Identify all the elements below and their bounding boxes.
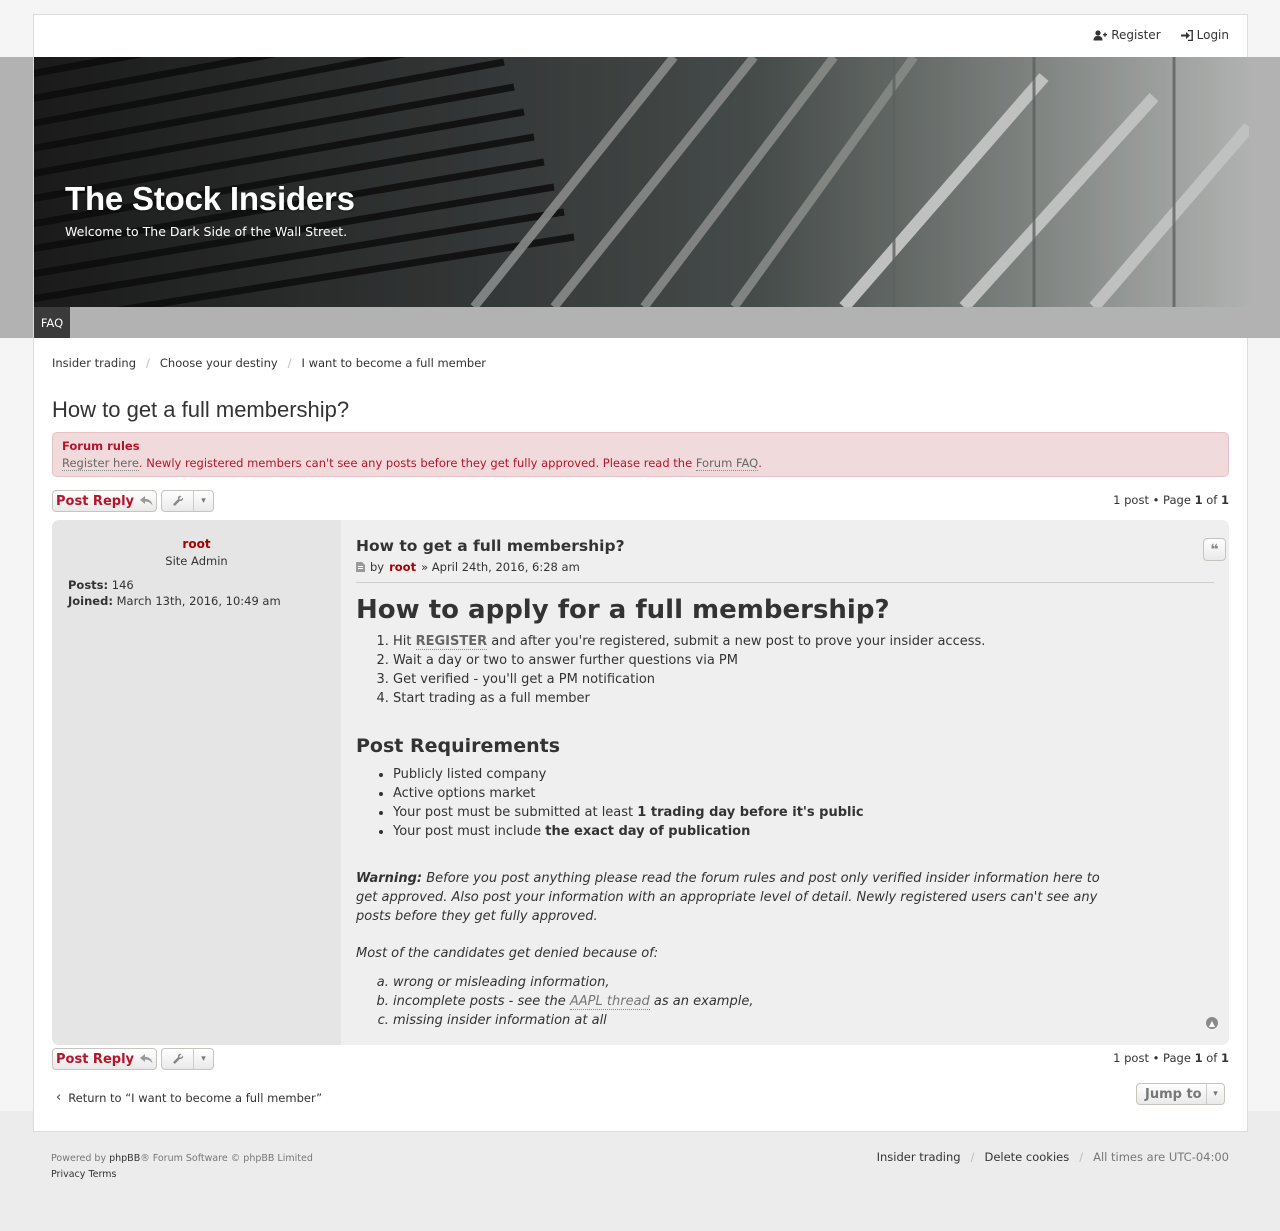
content-heading: How to apply for a full membership? (356, 595, 890, 625)
caret-down-icon: ▾ (201, 1054, 206, 1064)
requirements-heading: Post Requirements (356, 735, 560, 757)
register-here-link[interactable]: Register here (62, 456, 139, 471)
breadcrumb-item-choose-destiny[interactable]: Choose your destiny (160, 356, 278, 370)
quote-icon: ❝ (1210, 541, 1219, 558)
phpbb-link[interactable]: phpBB (109, 1153, 140, 1164)
post-subject[interactable]: How to get a full membership? (356, 537, 625, 555)
profile-pointer (341, 545, 353, 565)
aapl-thread-link[interactable]: AAPL thread (569, 994, 650, 1010)
forum-rules-title: Forum rules (62, 439, 140, 453)
caret-down-icon: ▾ (201, 496, 206, 506)
list-item: Publicly listed company (393, 765, 1214, 784)
terms-link[interactable]: Terms (88, 1169, 116, 1180)
footer-separator: / (1079, 1150, 1084, 1164)
delete-cookies-link[interactable]: Delete cookies (984, 1150, 1069, 1164)
action-bar-bottom: Post Reply ▾ 1 post • Page 1 of 1 (52, 1048, 1229, 1070)
login-link[interactable]: Login (1180, 28, 1229, 42)
register-inline-link[interactable]: REGISTER (415, 634, 488, 650)
author-joined: Joined: March 13th, 2016, 10:49 am (68, 594, 281, 608)
wrench-icon (162, 491, 194, 511)
list-item: Your post must be submitted at least 1 t… (393, 803, 1214, 822)
list-item: incomplete posts - see the AAPL thread a… (393, 992, 1214, 1011)
post-container: root Site Admin Posts: 146 Joined: March… (52, 520, 1229, 1045)
nav-faq[interactable]: FAQ (34, 307, 70, 338)
reply-icon (140, 1054, 153, 1064)
post-author-line: by root » April 24th, 2016, 6:28 am (356, 560, 580, 574)
requirements-list: Publicly listed company Active options m… (356, 765, 1214, 841)
post-profile: root Site Admin Posts: 146 Joined: March… (52, 520, 353, 1045)
timezone-text: All times are UTC-04:00 (1093, 1150, 1229, 1164)
reasons-list: wrong or misleading information, incompl… (356, 973, 1214, 1030)
steps-list: Hit REGISTER and after you're registered… (356, 632, 1214, 708)
denied-intro: Most of the candidates get denied becaus… (356, 946, 659, 961)
post-content: How to apply for a full membership? Hit … (356, 594, 1214, 1030)
user-plus-icon (1093, 29, 1108, 40)
wrench-icon (162, 1049, 194, 1069)
post-file-icon[interactable] (356, 562, 365, 572)
post-author-link[interactable]: root (389, 560, 416, 574)
list-item: Get verified - you'll get a PM notificat… (393, 670, 1214, 689)
forum-faq-link[interactable]: Forum FAQ (695, 456, 759, 471)
nav-bar: FAQ (34, 307, 1249, 338)
footer-links: Insider trading / Delete cookies / All t… (877, 1150, 1229, 1164)
page-title[interactable]: How to get a full membership? (52, 397, 349, 423)
breadcrumb-separator: / (287, 356, 292, 370)
author-posts: Posts: 146 (68, 578, 134, 592)
post-reply-button[interactable]: Post Reply (52, 1048, 157, 1070)
register-label: Register (1111, 28, 1161, 42)
footer-separator: / (970, 1150, 975, 1164)
breadcrumb-item-full-member[interactable]: I want to become a full member (302, 356, 487, 370)
post-divider (356, 582, 1214, 583)
list-item: missing insider information at all (393, 1011, 1214, 1030)
page-wrapper: Register Login The Stock Insiders Welcom… (33, 14, 1249, 1132)
reply-icon (140, 496, 153, 506)
site-banner: The Stock Insiders Welcome to The Dark S… (34, 57, 1249, 307)
pagination-info: 1 post • Page 1 of 1 (1113, 1051, 1229, 1065)
jump-to-dropdown[interactable]: Jump to ▾ (1136, 1083, 1225, 1105)
site-description: Welcome to The Dark Side of the Wall Str… (65, 224, 348, 239)
list-item: Start trading as a full member (393, 689, 1214, 708)
privacy-link[interactable]: Privacy (51, 1169, 85, 1180)
author-name[interactable]: root (52, 537, 341, 551)
footer-credits: Powered by phpBB® Forum Software © phpBB… (51, 1153, 313, 1180)
list-item: Active options market (393, 784, 1214, 803)
breadcrumb-separator: / (146, 356, 150, 370)
register-link[interactable]: Register (1093, 28, 1161, 42)
topic-tools-dropdown[interactable]: ▾ (161, 490, 214, 512)
warning-text: Warning: Before you post anything please… (356, 871, 1100, 924)
top-links: Register Login (1093, 28, 1229, 42)
forum-rules-box: Forum rules Register here. Newly registe… (52, 432, 1229, 477)
topic-tools-dropdown[interactable]: ▾ (161, 1048, 214, 1070)
list-item: wrong or misleading information, (393, 973, 1214, 992)
caret-down-icon: ▾ (1213, 1089, 1218, 1099)
quote-button[interactable]: ❝ (1203, 538, 1226, 561)
chevron-left-icon: ‹ (56, 1090, 62, 1105)
post-reply-button[interactable]: Post Reply (52, 490, 157, 512)
list-item: Your post must include the exact day of … (393, 822, 1214, 841)
breadcrumb-item-insider-trading[interactable]: Insider trading (52, 356, 136, 370)
action-bar-top: Post Reply ▾ 1 post • Page 1 of 1 (52, 490, 1229, 512)
list-item: Hit REGISTER and after you're registered… (393, 632, 1214, 651)
back-to-top-icon[interactable]: ▲ (1206, 1017, 1218, 1029)
list-item: Wait a day or two to answer further ques… (393, 651, 1214, 670)
site-title[interactable]: The Stock Insiders (65, 180, 355, 218)
return-link[interactable]: ‹ Return to “I want to become a full mem… (56, 1090, 322, 1105)
login-label: Login (1196, 28, 1229, 42)
sign-in-icon (1180, 29, 1193, 41)
author-rank: Site Admin (165, 554, 228, 568)
forum-rules-text: Register here. Newly registered members … (62, 456, 762, 471)
breadcrumb: Insider trading / Choose your destiny / … (52, 356, 486, 370)
footer-home-link[interactable]: Insider trading (877, 1150, 961, 1164)
pagination-info: 1 post • Page 1 of 1 (1113, 493, 1229, 507)
